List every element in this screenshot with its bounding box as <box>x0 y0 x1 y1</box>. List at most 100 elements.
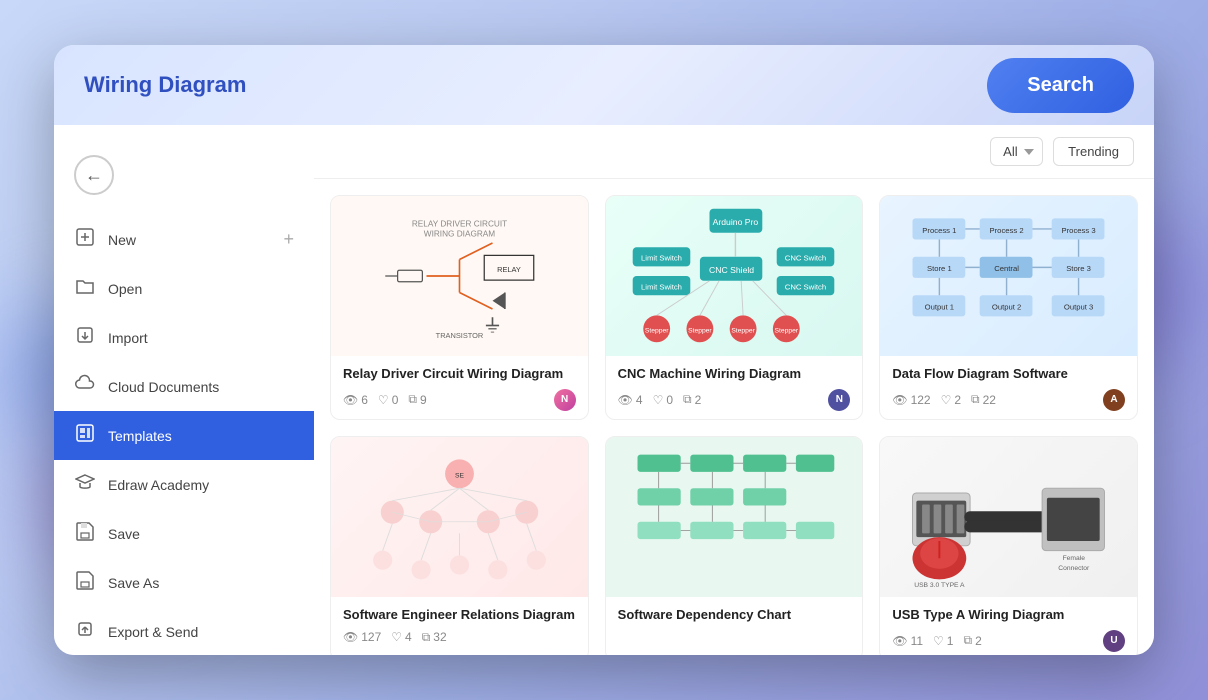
likes-stat: ♡ 0 <box>378 393 398 407</box>
svg-text:CNC Shield: CNC Shield <box>710 265 755 275</box>
views-stat-cnc: 👁 4 <box>618 393 643 407</box>
eye-icon-cnc: 👁 <box>618 393 633 407</box>
card-image-dataflow: Process 1 Process 2 Process 3 Store 1 Ce… <box>880 196 1137 356</box>
card-cnc[interactable]: Arduino Pro CNC Shield Limit Switch <box>605 195 864 420</box>
copy-icon-usb: ⧉ <box>963 633 972 648</box>
sidebar-item-new[interactable]: New + <box>54 215 314 264</box>
academy-icon <box>74 472 96 497</box>
likes-stat-cnc: ♡ 0 <box>653 393 673 407</box>
copy-icon-df: ⧉ <box>971 392 980 407</box>
search-input-wrapper <box>74 72 987 98</box>
svg-text:Store 1: Store 1 <box>927 264 952 273</box>
svg-text:WIRING DIAGRAM: WIRING DIAGRAM <box>424 229 496 238</box>
svg-text:CNC Switch: CNC Switch <box>785 254 826 263</box>
svg-text:Output 2: Output 2 <box>992 303 1021 312</box>
app-window: Search ← New + <box>54 45 1154 655</box>
open-icon <box>74 276 96 301</box>
card-stats-usb: 👁 11 ♡ 1 ⧉ 2 <box>892 630 1125 652</box>
card-dataflow[interactable]: Process 1 Process 2 Process 3 Store 1 Ce… <box>879 195 1138 420</box>
grid-container: RELAY DRIVER CIRCUIT WIRING DIAGRAM <box>314 179 1154 655</box>
card-info-relay: Relay Driver Circuit Wiring Diagram 👁 6 … <box>331 356 588 419</box>
cnc-diagram-svg: Arduino Pro CNC Shield Limit Switch <box>618 204 849 348</box>
export-icon <box>74 619 96 644</box>
svg-text:Stepper: Stepper <box>775 328 799 335</box>
heart-icon-df: ♡ <box>941 393 952 407</box>
eye-icon: 👁 <box>343 393 358 407</box>
svg-text:Store 3: Store 3 <box>1066 264 1091 273</box>
sidebar-item-templates[interactable]: Templates <box>54 411 314 460</box>
templates-icon <box>74 423 96 448</box>
sidebar-item-export[interactable]: Export & Send <box>54 607 314 655</box>
card-title-usb: USB Type A Wiring Diagram <box>892 607 1125 624</box>
sidebar: ← New + Open <box>54 125 314 655</box>
svg-text:Connector: Connector <box>1058 565 1090 572</box>
svg-text:TRANSISTOR: TRANSISTOR <box>436 331 484 340</box>
eye-icon-se: 👁 <box>343 630 358 644</box>
cards-grid: RELAY DRIVER CIRCUIT WIRING DIAGRAM <box>330 195 1138 655</box>
svg-text:Output 1: Output 1 <box>925 303 954 312</box>
svg-text:RELAY DRIVER CIRCUIT: RELAY DRIVER CIRCUIT <box>412 220 507 229</box>
svg-text:Stepper: Stepper <box>689 328 713 335</box>
card-avatar-cnc: N <box>828 389 850 411</box>
svg-text:Limit Switch: Limit Switch <box>642 282 683 291</box>
views-stat-usb: 👁 11 <box>892 634 923 648</box>
sidebar-new-label: New <box>108 232 136 248</box>
sidebar-export-label: Export & Send <box>108 624 198 640</box>
card-title-cnc: CNC Machine Wiring Diagram <box>618 366 851 383</box>
card-title-dataflow: Data Flow Diagram Software <box>892 366 1125 383</box>
software-eng-svg: SE <box>344 445 575 589</box>
views-stat-df: 👁 122 <box>892 393 930 407</box>
sidebar-item-saveas[interactable]: Save As <box>54 558 314 607</box>
card-avatar-usb: U <box>1103 630 1125 652</box>
card-usb[interactable]: USB 3.0 TYPE A Female Connector USB Type… <box>879 436 1138 655</box>
filter-all-select[interactable]: All <box>990 137 1043 166</box>
back-button[interactable]: ← <box>74 155 114 195</box>
search-input[interactable] <box>74 72 987 98</box>
sidebar-open-label: Open <box>108 281 142 297</box>
svg-text:Output 3: Output 3 <box>1064 303 1093 312</box>
svg-text:Central: Central <box>994 264 1019 273</box>
trending-button[interactable]: Trending <box>1053 137 1134 166</box>
saveas-icon <box>74 570 96 595</box>
main-content: ← New + Open <box>54 125 1154 655</box>
sidebar-item-academy[interactable]: Edraw Academy <box>54 460 314 509</box>
sidebar-saveas-label: Save As <box>108 575 159 591</box>
eye-icon-df: 👁 <box>892 393 907 407</box>
relay-diagram-svg: RELAY DRIVER CIRCUIT WIRING DIAGRAM <box>344 204 575 348</box>
sidebar-import-label: Import <box>108 330 148 346</box>
sidebar-item-save[interactable]: Save <box>54 509 314 558</box>
svg-text:Female: Female <box>1063 555 1086 562</box>
card-software-eng[interactable]: SE <box>330 436 589 655</box>
card-image-dep <box>606 437 863 597</box>
card-relay[interactable]: RELAY DRIVER CIRCUIT WIRING DIAGRAM <box>330 195 589 420</box>
svg-text:Stepper: Stepper <box>645 328 669 335</box>
card-image-relay: RELAY DRIVER CIRCUIT WIRING DIAGRAM <box>331 196 588 356</box>
filter-bar: All Trending <box>314 125 1154 179</box>
heart-icon-usb: ♡ <box>933 634 944 648</box>
card-info-dep: Software Dependency Chart <box>606 597 863 638</box>
dep-svg <box>618 445 849 589</box>
likes-stat-se: ♡ 4 <box>391 630 411 644</box>
sidebar-item-import[interactable]: Import <box>54 313 314 362</box>
plus-icon: + <box>283 229 294 250</box>
card-image-cnc: Arduino Pro CNC Shield Limit Switch <box>606 196 863 356</box>
copies-stat-usb: ⧉ 2 <box>963 633 981 648</box>
svg-text:Arduino Pro: Arduino Pro <box>713 217 759 227</box>
likes-stat-usb: ♡ 1 <box>933 634 953 648</box>
sidebar-back: ← <box>54 145 314 215</box>
card-image-software-eng: SE <box>331 437 588 597</box>
sidebar-item-open[interactable]: Open <box>54 264 314 313</box>
search-button[interactable]: Search <box>987 58 1134 113</box>
card-image-usb: USB 3.0 TYPE A Female Connector <box>880 437 1137 597</box>
sidebar-templates-label: Templates <box>108 428 172 444</box>
copies-stat-df: ⧉ 22 <box>971 392 996 407</box>
search-bar: Search <box>54 45 1154 125</box>
sidebar-item-cloud[interactable]: Cloud Documents <box>54 362 314 411</box>
card-stats-cnc: 👁 4 ♡ 0 ⧉ 2 <box>618 389 851 411</box>
import-icon <box>74 325 96 350</box>
sidebar-save-label: Save <box>108 526 140 542</box>
card-dep[interactable]: Software Dependency Chart <box>605 436 864 655</box>
heart-icon-cnc: ♡ <box>653 393 664 407</box>
svg-text:USB 3.0 TYPE A: USB 3.0 TYPE A <box>914 582 965 589</box>
card-stats-dataflow: 👁 122 ♡ 2 ⧉ 22 <box>892 389 1125 411</box>
